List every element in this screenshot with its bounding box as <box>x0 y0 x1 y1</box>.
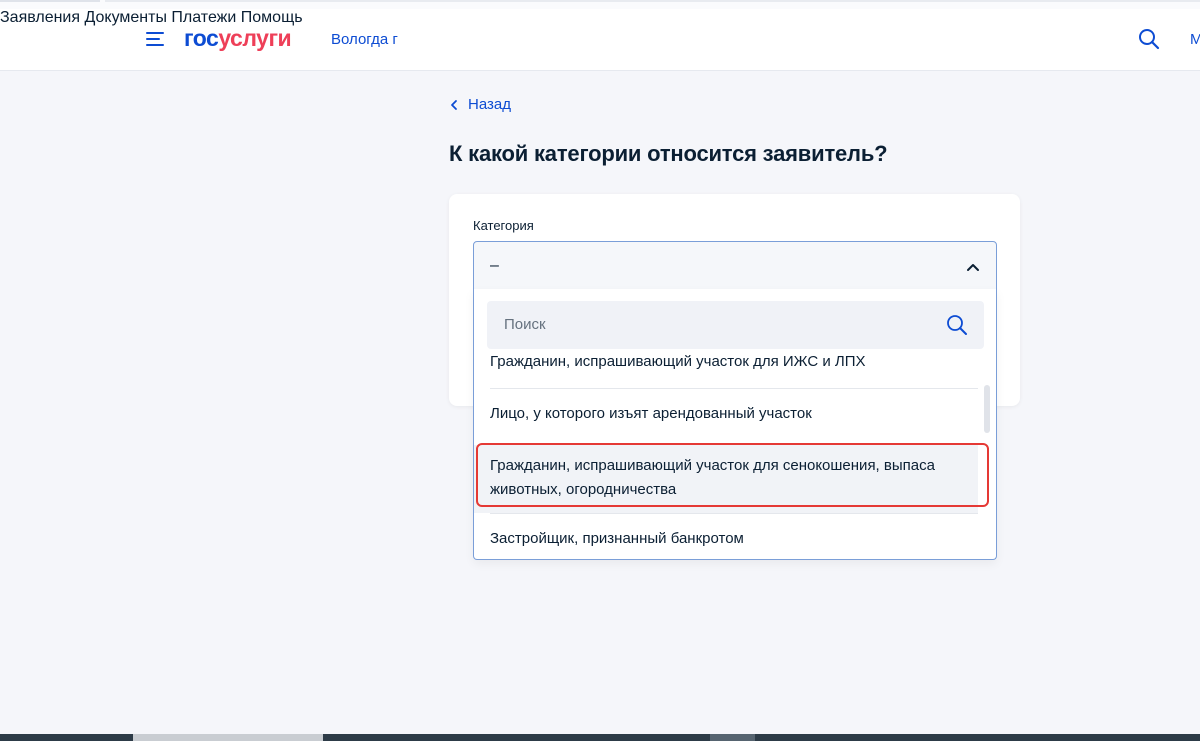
nav-more-cut[interactable]: М <box>1190 31 1200 48</box>
option-haymaking[interactable]: Гражданин, испрашивающий участок для сен… <box>474 445 978 513</box>
browser-top-strip <box>0 0 1200 9</box>
hamburger-icon[interactable] <box>146 31 166 47</box>
site-header: госуслуги Вологда г Заявления Документы … <box>0 9 1200 71</box>
chevron-left-icon <box>451 99 457 110</box>
option-label: Гражданин, испрашивающий участок для ИЖС… <box>490 353 866 370</box>
strip-line <box>0 0 100 2</box>
option-label-line-1: Гражданин, испрашивающий участок для сен… <box>490 457 935 474</box>
taskbar-item[interactable] <box>133 734 323 741</box>
strip-line <box>105 0 1200 2</box>
gosuslugi-logo[interactable]: госуслуги <box>184 25 292 52</box>
selected-value: – <box>490 257 499 274</box>
city-selector[interactable]: Вологда г <box>331 31 398 48</box>
back-link[interactable]: Назад <box>449 96 511 113</box>
nav-applications[interactable]: Заявления <box>0 9 80 26</box>
option-bankrupt-developer[interactable]: Застройщик, признанный банкротом <box>474 514 978 559</box>
nav-help[interactable]: Помощь <box>241 9 303 26</box>
option-label-line-2: животных, огородничества <box>490 481 677 498</box>
dropdown-search-input[interactable]: Поиск <box>487 301 984 349</box>
option-izhs[interactable]: Гражданин, испрашивающий участок для ИЖС… <box>474 349 978 389</box>
search-placeholder: Поиск <box>504 316 546 333</box>
search-icon[interactable] <box>946 314 968 336</box>
category-label: Категория <box>473 218 534 233</box>
category-dropdown: Поиск Гражданин, испрашивающий участок д… <box>473 289 997 560</box>
taskbar <box>0 734 1200 741</box>
option-label: Лицо, у которого изъят арендованный учас… <box>490 405 812 422</box>
search-icon[interactable] <box>1138 28 1160 50</box>
nav-documents[interactable]: Документы <box>84 9 166 26</box>
option-label: Застройщик, признанный банкротом <box>490 530 744 547</box>
dropdown-scrollbar[interactable] <box>984 385 990 433</box>
option-seized-lease[interactable]: Лицо, у которого изъят арендованный учас… <box>474 389 978 439</box>
taskbar-item[interactable] <box>710 734 755 741</box>
page-title: К какой категории относится заявитель? <box>449 141 888 166</box>
nav-payments[interactable]: Платежи <box>171 9 236 26</box>
category-select[interactable]: – <box>473 241 997 291</box>
chevron-up-icon <box>967 264 979 271</box>
logo-part-1: гос <box>184 25 219 51</box>
back-label: Назад <box>468 96 511 113</box>
logo-part-2: услуги <box>218 25 292 51</box>
